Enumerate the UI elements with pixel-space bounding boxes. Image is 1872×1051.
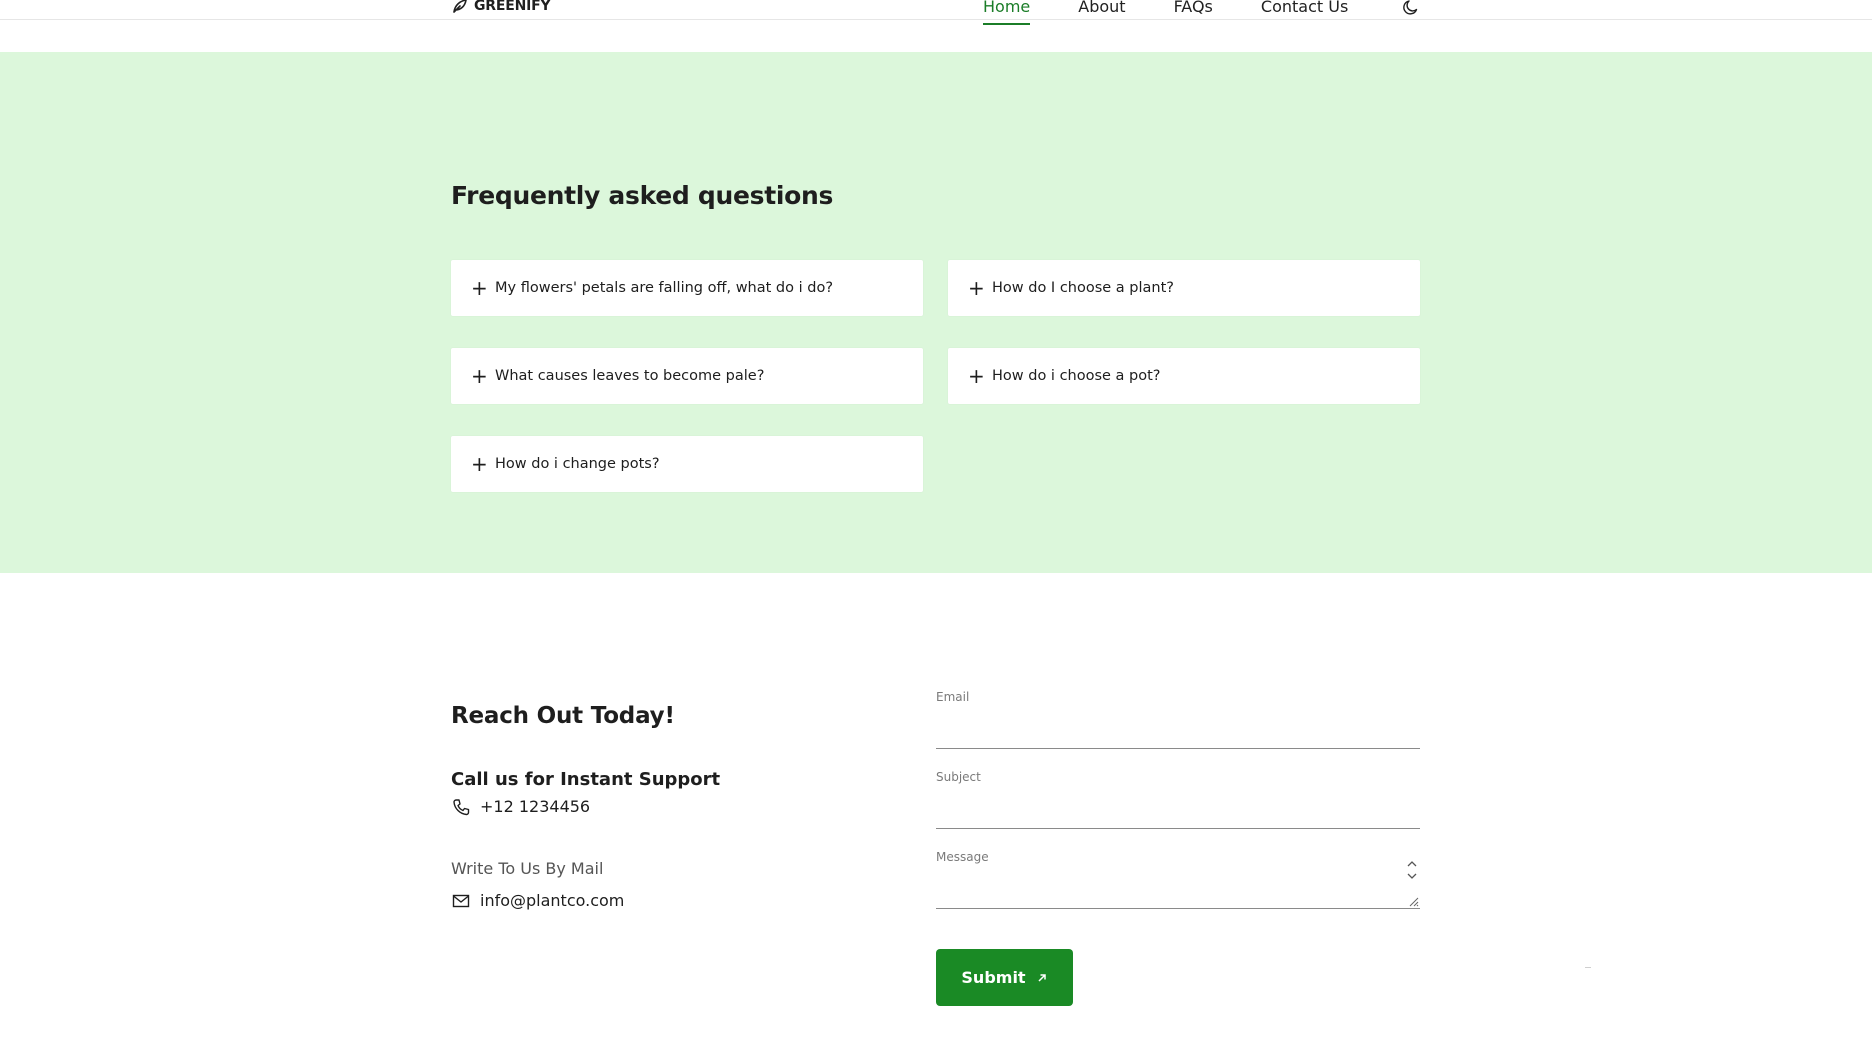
subject-label: Subject: [936, 770, 981, 784]
chevron-up-icon[interactable]: [1407, 860, 1417, 868]
email-field: Email: [936, 690, 1420, 749]
submit-label: Submit: [961, 968, 1026, 987]
mail-row: info@plantco.com: [452, 891, 624, 910]
submit-button[interactable]: Submit: [936, 949, 1073, 1006]
plus-icon: +: [471, 276, 488, 300]
arrow-up-right-icon: [1038, 973, 1046, 982]
chevron-down-icon[interactable]: [1407, 872, 1417, 880]
contact-heading: Reach Out Today!: [451, 703, 675, 729]
plus-icon: +: [968, 276, 985, 300]
phone-number[interactable]: +12 1234456: [480, 797, 590, 816]
message-label: Message: [936, 850, 989, 864]
brand-logo[interactable]: GREENIFY: [452, 0, 551, 14]
faq-question: How do i change pots?: [495, 456, 660, 472]
plus-icon: +: [471, 452, 488, 476]
message-input[interactable]: [936, 870, 1420, 906]
email-label: Email: [936, 690, 970, 704]
message-scrollbar[interactable]: [1406, 860, 1418, 880]
plus-icon: +: [968, 364, 985, 388]
subject-field: Subject: [936, 770, 1420, 829]
nav-item-faqs[interactable]: FAQs: [1174, 0, 1213, 17]
nav-item-about[interactable]: About: [1078, 0, 1125, 17]
site-header: GREENIFY Home About FAQs Contact Us: [0, 0, 1872, 25]
nav-item-home[interactable]: Home: [983, 0, 1031, 25]
faq-item[interactable]: + How do I choose a plant?: [948, 260, 1420, 316]
faq-section: Frequently asked questions + My flowers'…: [0, 52, 1872, 573]
mail-icon: [452, 894, 470, 907]
support-heading: Call us for Instant Support: [451, 769, 721, 790]
phone-row: +12 1234456: [452, 797, 590, 816]
message-field: Message: [936, 850, 1420, 909]
leaf-icon: [453, 0, 467, 13]
faq-item[interactable]: + What causes leaves to become pale?: [451, 348, 923, 404]
main-nav: Home About FAQs Contact Us: [983, 0, 1348, 25]
email-input[interactable]: [936, 710, 1420, 740]
divider-mark: [1585, 967, 1591, 968]
faq-item[interactable]: + How do i change pots?: [451, 436, 923, 492]
brand-name: GREENIFY: [474, 0, 551, 14]
phone-icon: [453, 798, 470, 815]
faq-item[interactable]: + How do i choose a pot?: [948, 348, 1420, 404]
faq-title: Frequently asked questions: [451, 181, 834, 210]
resize-handle-icon[interactable]: [1407, 895, 1419, 907]
subject-input[interactable]: [936, 790, 1420, 820]
faq-question: How do I choose a plant?: [992, 280, 1174, 296]
email-address[interactable]: info@plantco.com: [480, 891, 624, 910]
faq-question: What causes leaves to become pale?: [495, 368, 765, 384]
moon-icon[interactable]: [1402, 0, 1420, 16]
nav-item-contact-us[interactable]: Contact Us: [1261, 0, 1348, 17]
plus-icon: +: [471, 364, 488, 388]
mail-heading: Write To Us By Mail: [451, 859, 604, 878]
faq-item[interactable]: + My flowers' petals are falling off, wh…: [451, 260, 923, 316]
faq-question: How do i choose a pot?: [992, 368, 1161, 384]
page: GREENIFY Home About FAQs Contact Us Freq…: [0, 0, 1872, 1051]
faq-question: My flowers' petals are falling off, what…: [495, 280, 834, 296]
